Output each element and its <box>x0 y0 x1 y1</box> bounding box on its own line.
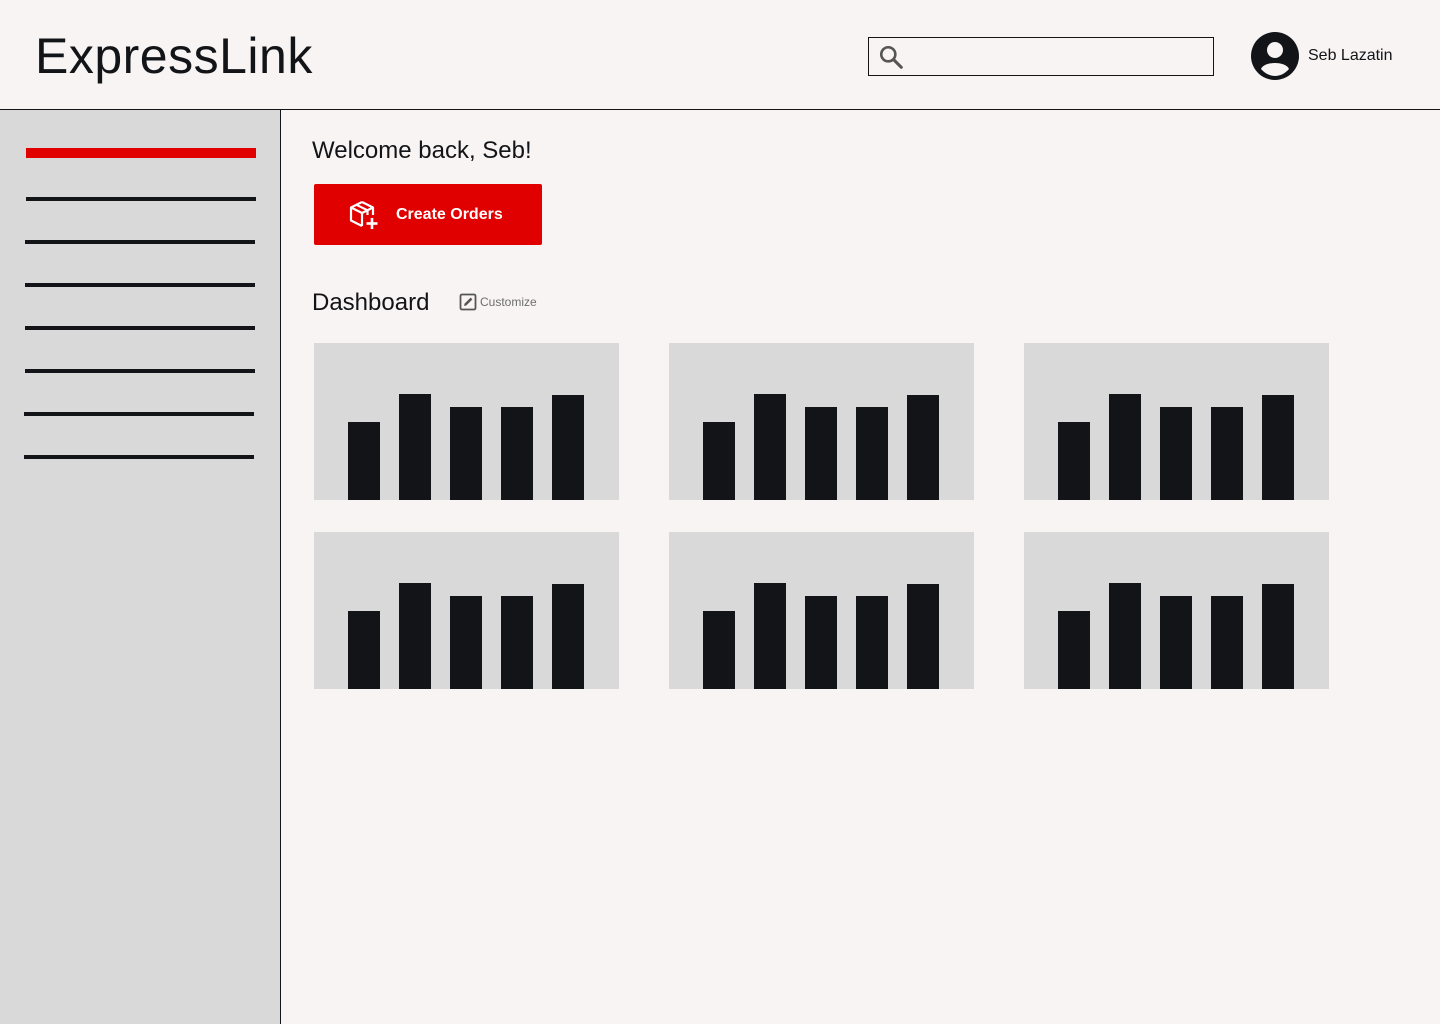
create-orders-label: Create Orders <box>396 205 503 223</box>
sidebar-item-2[interactable] <box>26 197 256 201</box>
chart-3-bar-1 <box>1058 422 1090 500</box>
sidebar-item-5[interactable] <box>25 326 255 330</box>
chart-widget-3[interactable] <box>1024 343 1329 500</box>
chart-5-bar-1 <box>703 611 735 689</box>
sidebar-item-8[interactable] <box>24 455 254 459</box>
user-profile[interactable]: Seb Lazatin <box>1251 32 1393 80</box>
main-content: Welcome back, Seb! Create Orders Dashboa… <box>282 111 1440 1024</box>
chart-1-bar-5 <box>552 395 584 500</box>
search-input[interactable] <box>909 42 1207 71</box>
chart-2-bar-3 <box>805 407 837 500</box>
chart-6-bar-2 <box>1109 583 1141 689</box>
dashboard-title: Dashboard <box>312 289 430 316</box>
app-logo[interactable]: ExpressLink <box>35 26 313 86</box>
sidebar-item-4[interactable] <box>25 283 255 287</box>
chart-widget-1[interactable] <box>314 343 619 500</box>
chart-5-bar-3 <box>805 596 837 689</box>
top-header: ExpressLink Seb Lazatin <box>0 0 1440 110</box>
chart-widget-6[interactable] <box>1024 532 1329 689</box>
bar-chart-2 <box>703 394 939 500</box>
chart-1-bar-1 <box>348 422 380 500</box>
sidebar-item-1[interactable] <box>26 148 256 158</box>
chart-4-bar-2 <box>399 583 431 689</box>
chart-6-bar-5 <box>1262 584 1294 689</box>
edit-icon <box>459 293 477 311</box>
chart-1-bar-3 <box>450 407 482 500</box>
sidebar-item-6[interactable] <box>25 369 255 373</box>
bar-chart-6 <box>1058 583 1294 689</box>
chart-4-bar-1 <box>348 611 380 689</box>
create-orders-button[interactable]: Create Orders <box>314 184 542 245</box>
chart-2-bar-1 <box>703 422 735 500</box>
chart-widget-4[interactable] <box>314 532 619 689</box>
chart-1-bar-2 <box>399 394 431 500</box>
welcome-heading: Welcome back, Seb! <box>312 137 532 164</box>
chart-5-bar-5 <box>907 584 939 689</box>
chart-3-bar-3 <box>1160 407 1192 500</box>
search-icon[interactable] <box>878 44 904 70</box>
search-box[interactable] <box>868 37 1214 76</box>
chart-4-bar-3 <box>450 596 482 689</box>
customize-button[interactable]: Customize <box>459 293 537 311</box>
chart-2-bar-4 <box>856 407 888 500</box>
chart-6-bar-1 <box>1058 611 1090 689</box>
chart-6-bar-4 <box>1211 596 1243 689</box>
bar-chart-4 <box>348 583 584 689</box>
user-avatar-icon[interactable] <box>1251 32 1299 80</box>
sidebar-item-7[interactable] <box>24 412 254 416</box>
chart-4-bar-5 <box>552 584 584 689</box>
chart-6-bar-3 <box>1160 596 1192 689</box>
chart-widget-2[interactable] <box>669 343 974 500</box>
bar-chart-3 <box>1058 394 1294 500</box>
chart-3-bar-5 <box>1262 395 1294 500</box>
chart-3-bar-4 <box>1211 407 1243 500</box>
chart-widget-5[interactable] <box>669 532 974 689</box>
chart-5-bar-2 <box>754 583 786 689</box>
chart-1-bar-4 <box>501 407 533 500</box>
user-name[interactable]: Seb Lazatin <box>1308 47 1393 65</box>
bar-chart-1 <box>348 394 584 500</box>
chart-3-bar-2 <box>1109 394 1141 500</box>
sidebar <box>0 110 281 1024</box>
chart-2-bar-2 <box>754 394 786 500</box>
chart-5-bar-4 <box>856 596 888 689</box>
package-add-icon <box>349 200 378 229</box>
bar-chart-5 <box>703 583 939 689</box>
chart-4-bar-4 <box>501 596 533 689</box>
customize-label: Customize <box>480 295 537 309</box>
sidebar-item-3[interactable] <box>25 240 255 244</box>
chart-2-bar-5 <box>907 395 939 500</box>
